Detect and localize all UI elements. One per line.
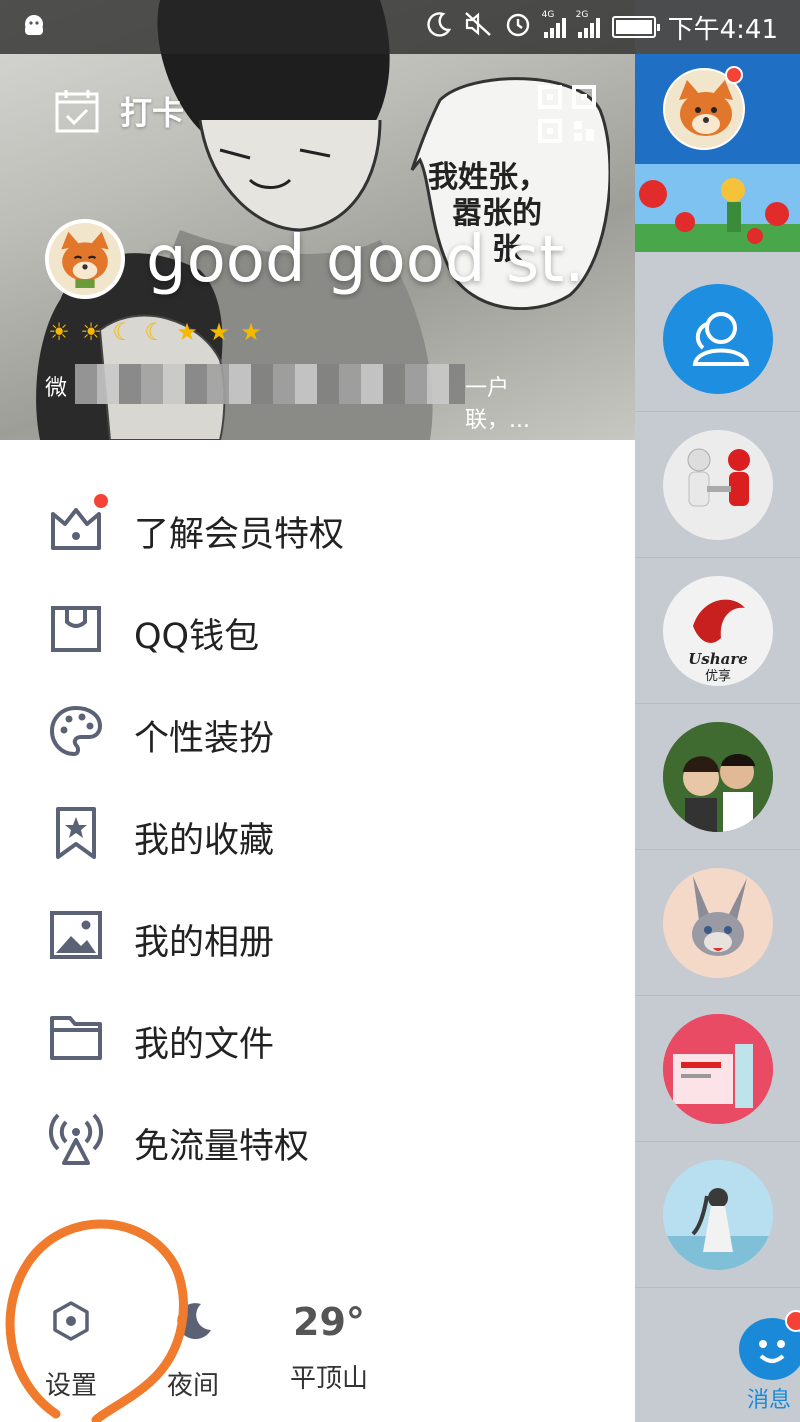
menu-item-vip[interactable]: 了解会员特权	[0, 476, 635, 578]
menu-item-label: 了解会员特权	[134, 515, 345, 555]
profile-header: 我姓张， 嚣张的 张 打卡 good good st... ☀ ☀ ☾ ☾ ★ …	[0, 0, 635, 440]
image-icon	[50, 911, 102, 959]
menu-item-theme[interactable]: 个性装扮	[0, 680, 635, 782]
status-time: 下午4:41	[667, 14, 778, 45]
checkin-button[interactable]: 打卡	[54, 88, 184, 134]
moon-icon	[426, 11, 452, 44]
settings-label: 设置	[44, 1371, 97, 1401]
menu-item-label: 我的文件	[134, 1025, 275, 1065]
blurred-text	[75, 364, 465, 404]
menu-item-files[interactable]: 我的文件	[0, 986, 635, 1088]
contacts-button[interactable]	[663, 284, 773, 394]
wallet-icon	[51, 606, 101, 652]
signature[interactable]: 微 一户联，...	[45, 364, 555, 433]
battery-icon	[611, 16, 660, 38]
menu-item-wallet[interactable]: QQ钱包	[0, 578, 635, 680]
weather-temperature: 29°	[293, 1300, 365, 1344]
chat-avatar	[663, 430, 773, 540]
menu-item-label: 免流量特权	[134, 1127, 310, 1167]
list-item[interactable]: Ushare 优享	[635, 558, 800, 704]
level-icons[interactable]: ☀ ☀ ☾ ☾ ★ ★ ★	[45, 318, 265, 346]
signal-icon: 4G	[542, 10, 566, 38]
bookmark-star-icon	[56, 807, 96, 859]
signature-end: 一户联，...	[465, 376, 530, 433]
chat-avatar	[663, 1014, 773, 1124]
notification-dot	[785, 1310, 800, 1332]
weather-city: 平顶山	[289, 1364, 368, 1394]
svg-text:优享: 优享	[705, 668, 731, 684]
sun-level-icon: ☀	[80, 318, 102, 346]
list-item[interactable]	[635, 850, 800, 996]
notification-dot	[92, 492, 110, 510]
menu-item-favorites[interactable]: 我的收藏	[0, 782, 635, 884]
list-item[interactable]	[635, 412, 800, 558]
drawer-menu: 了解会员特权 QQ钱包 个性装扮 我的收藏 我的相册 我的文件 免流量特权	[0, 476, 635, 1190]
signature-start: 微	[45, 376, 68, 401]
chat-avatar	[663, 722, 773, 832]
nickname[interactable]: good good st...	[146, 220, 586, 300]
qq-ghost-icon	[20, 13, 48, 45]
settings-hexagon-icon	[53, 1301, 89, 1341]
list-item[interactable]	[635, 704, 800, 850]
menu-item-label: QQ钱包	[134, 617, 260, 657]
palette-icon	[49, 705, 103, 757]
notification-dot	[725, 66, 743, 84]
main-header	[635, 54, 800, 164]
main-screen-behind: Ushare 优享 消息	[635, 0, 800, 1422]
sun-level-icon: ☀	[48, 318, 70, 346]
moon-level-icon: ☾	[112, 318, 134, 346]
folder-icon	[50, 1016, 102, 1060]
side-drawer: 我姓张， 嚣张的 张 打卡 good good st... ☀ ☀ ☾ ☾ ★ …	[0, 0, 635, 1422]
menu-item-label: 我的相册	[134, 923, 275, 963]
signal-icon: 2G	[576, 10, 600, 38]
tab-messages[interactable]: 消息	[635, 1300, 800, 1422]
banner-image[interactable]	[635, 164, 800, 252]
contacts-row[interactable]	[635, 266, 800, 412]
mute-icon	[464, 11, 492, 44]
menu-item-label: 个性装扮	[134, 719, 275, 759]
chat-avatar	[663, 868, 773, 978]
star-level-icon: ★	[176, 318, 198, 346]
menu-item-label: 我的收藏	[134, 821, 275, 861]
menu-item-free-data[interactable]: 免流量特权	[0, 1088, 635, 1190]
broadcast-icon	[49, 1113, 103, 1165]
drawer-bottom-bar: 设置 夜间 29° 平顶山	[0, 1290, 635, 1422]
chat-avatar: Ushare 优享	[663, 576, 773, 686]
menu-item-album[interactable]: 我的相册	[0, 884, 635, 986]
star-level-icon: ★	[240, 318, 262, 346]
fox-avatar-icon	[61, 231, 109, 288]
contacts-icon	[692, 312, 750, 366]
list-item[interactable]	[635, 1142, 800, 1288]
moon-icon	[177, 1303, 211, 1340]
settings-button[interactable]: 设置	[40, 1300, 102, 1402]
checkin-label: 打卡	[120, 94, 185, 132]
list-item[interactable]	[635, 996, 800, 1142]
moon-level-icon: ☾	[144, 318, 166, 346]
chat-avatar	[663, 1160, 773, 1270]
avatar[interactable]	[45, 219, 125, 299]
status-bar: 4G 2G 下午4:41	[0, 0, 800, 54]
star-level-icon: ★	[208, 318, 230, 346]
alarm-icon	[504, 10, 532, 45]
svg-text:Ushare: Ushare	[688, 650, 748, 668]
weather-button[interactable]: 29° 平顶山	[284, 1300, 374, 1395]
app-screen: 4G 2G 下午4:41 Ushare 优享 消息 我姓张， 嚣张的 张 打卡 …	[0, 0, 800, 1422]
tab-messages-label: 消息	[747, 1388, 792, 1413]
night-mode-button[interactable]: 夜间	[160, 1300, 226, 1402]
night-label: 夜间	[166, 1371, 219, 1401]
qr-code-icon[interactable]	[538, 85, 596, 143]
calendar-check-icon	[55, 90, 99, 133]
